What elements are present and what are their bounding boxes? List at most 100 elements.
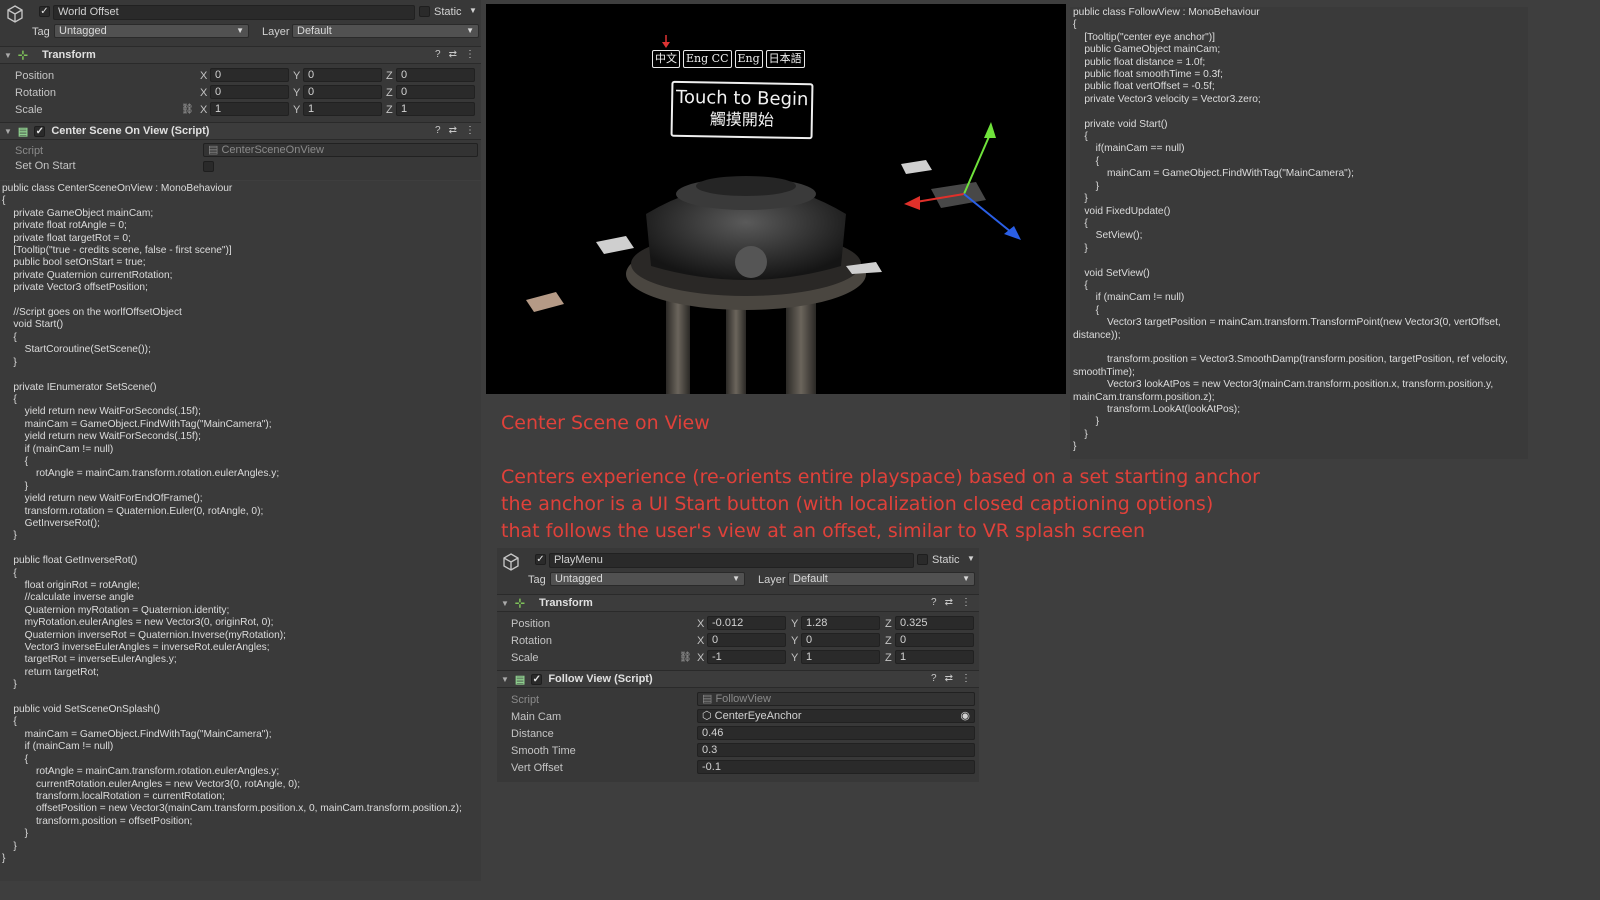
script-label: Script xyxy=(15,145,44,157)
transform-x-field[interactable]: -1 xyxy=(707,650,786,664)
smooth-time-field[interactable]: 0.3 xyxy=(697,743,975,757)
transform-header[interactable]: ▼ ⊹ Transform xyxy=(0,46,481,64)
help-icon[interactable]: ? xyxy=(435,49,441,60)
tag-dropdown[interactable]: Untagged ▼ xyxy=(54,24,249,38)
main-cam-value: CenterEyeAnchor xyxy=(714,710,802,722)
description-line-1: Centers experience (re-orients entire pl… xyxy=(501,466,1260,488)
transform-icon: ⊹ xyxy=(514,596,525,610)
axis-label-y: Y xyxy=(293,87,301,99)
transform-y-field[interactable]: 1 xyxy=(303,102,382,116)
axis-label-x: X xyxy=(697,652,705,664)
object-name-field[interactable]: PlayMenu xyxy=(549,553,914,568)
lang-button-eng-cc[interactable]: Eng CC xyxy=(683,50,732,68)
description-heading: Center Scene on View xyxy=(501,412,710,434)
active-checkbox[interactable]: ✓ xyxy=(39,6,50,17)
static-dropdown-arrow-icon[interactable]: ▼ xyxy=(967,554,975,563)
transform-z-field[interactable]: 0.325 xyxy=(895,616,974,630)
transform-z-field[interactable]: 0 xyxy=(895,633,974,647)
layer-value: Default xyxy=(793,573,828,585)
follow-view-component-header[interactable]: ▼ ▤ ✓ Follow View (Script) xyxy=(497,670,979,688)
chevron-down-icon: ▼ xyxy=(732,574,740,583)
center-scene-component-header[interactable]: ▼ ▤ ✓ Center Scene On View (Script) xyxy=(0,122,481,140)
script-field: ▤ FollowView xyxy=(697,692,975,706)
vert-offset-field[interactable]: -0.1 xyxy=(697,760,975,774)
more-icon[interactable]: ⋮ xyxy=(961,597,971,608)
axis-label-z: Z xyxy=(885,652,892,664)
static-dropdown-arrow-icon[interactable]: ▼ xyxy=(469,6,477,15)
lang-button-eng[interactable]: Eng xyxy=(734,50,763,68)
component-enabled-checkbox[interactable]: ✓ xyxy=(34,125,46,137)
axis-label-z: Z xyxy=(386,104,393,116)
foldout-arrow-icon[interactable]: ▼ xyxy=(4,127,12,136)
transform-y-field[interactable]: 0 xyxy=(303,85,382,99)
object-name-field[interactable]: World Offset xyxy=(53,5,415,20)
axis-label-y: Y xyxy=(791,635,799,647)
transform-y-field[interactable]: 0 xyxy=(801,633,880,647)
transform-z-field[interactable]: 0 xyxy=(396,85,475,99)
transform-z-field[interactable]: 0 xyxy=(396,68,475,82)
tag-label: Tag xyxy=(528,574,546,586)
static-checkbox[interactable] xyxy=(917,554,928,565)
layer-dropdown[interactable]: Default ▼ xyxy=(292,24,479,38)
layer-label: Layer xyxy=(758,574,786,586)
transform-row-label: Scale xyxy=(511,652,539,664)
transform-x-field[interactable]: 0 xyxy=(210,68,289,82)
transform-z-field[interactable]: 1 xyxy=(396,102,475,116)
scene-view[interactable]: 中文 Eng CC Eng 日本語 Touch to Begin 觸摸開始 xyxy=(486,4,1066,394)
preset-icon[interactable]: ⇄ xyxy=(449,125,457,136)
component-enabled-checkbox[interactable]: ✓ xyxy=(531,673,543,685)
foldout-arrow-icon[interactable]: ▼ xyxy=(501,599,509,608)
set-on-start-checkbox[interactable] xyxy=(203,161,214,172)
transform-y-field[interactable]: 1.28 xyxy=(801,616,880,630)
constrain-proportions-icon[interactable]: ⛓ xyxy=(181,104,194,115)
more-icon[interactable]: ⋮ xyxy=(465,49,475,60)
object-picker-icon[interactable]: ◉ xyxy=(960,710,970,722)
gameobject-cube-icon xyxy=(5,4,25,27)
transform-y-field[interactable]: 0 xyxy=(303,68,382,82)
help-icon[interactable]: ? xyxy=(931,597,937,608)
touch-to-begin-button[interactable]: Touch to Begin 觸摸開始 xyxy=(670,80,814,140)
distance-field[interactable]: 0.46 xyxy=(697,726,975,740)
transform-header[interactable]: ▼ ⊹ Transform xyxy=(497,594,979,612)
more-icon[interactable]: ⋮ xyxy=(961,673,971,684)
transform-title: Transform xyxy=(538,597,593,609)
foldout-arrow-icon[interactable]: ▼ xyxy=(501,675,509,684)
active-checkbox[interactable]: ✓ xyxy=(535,554,546,565)
preset-icon[interactable]: ⇄ xyxy=(945,597,953,608)
lang-button-chinese[interactable]: 中文 xyxy=(652,50,680,68)
lang-button-japanese[interactable]: 日本語 xyxy=(765,50,805,68)
transform-x-field[interactable]: 0 xyxy=(707,633,786,647)
transform-row-label: Rotation xyxy=(511,635,552,647)
transform-x-field[interactable]: 0 xyxy=(210,85,289,99)
static-label: Static xyxy=(434,6,462,18)
main-cam-label: Main Cam xyxy=(511,711,562,723)
axis-label-y: Y xyxy=(791,618,799,630)
component-tools: ? ⇄ ⋮ xyxy=(435,49,475,60)
transform-title: Transform xyxy=(41,49,96,61)
constrain-proportions-icon[interactable]: ⛓ xyxy=(679,652,692,663)
main-cam-field[interactable]: ⬡ CenterEyeAnchor ◉ xyxy=(697,709,975,723)
chevron-down-icon: ▼ xyxy=(236,26,244,35)
help-icon[interactable]: ? xyxy=(435,125,441,136)
layer-dropdown[interactable]: Default ▼ xyxy=(788,572,975,586)
tag-dropdown[interactable]: Untagged ▼ xyxy=(550,572,745,586)
description-line-2: the anchor is a UI Start button (with lo… xyxy=(501,493,1214,515)
component-tools: ? ⇄ ⋮ xyxy=(931,597,971,608)
transform-x-field[interactable]: -0.012 xyxy=(707,616,786,630)
preset-icon[interactable]: ⇄ xyxy=(945,673,953,684)
more-icon[interactable]: ⋮ xyxy=(465,125,475,136)
script-icon: ▤ xyxy=(17,125,29,138)
description-line-3: that follows the user's view at an offse… xyxy=(501,520,1146,542)
transform-y-field[interactable]: 1 xyxy=(801,650,880,664)
transform-z-field[interactable]: 1 xyxy=(895,650,974,664)
script-label: Script xyxy=(511,694,540,706)
static-checkbox[interactable] xyxy=(419,6,430,17)
help-icon[interactable]: ? xyxy=(931,673,937,684)
center-scene-code: public class CenterSceneOnView : MonoBeh… xyxy=(2,183,462,864)
chevron-down-icon: ▼ xyxy=(962,574,970,583)
foldout-arrow-icon[interactable]: ▼ xyxy=(4,51,12,60)
transform-row-label: Position xyxy=(15,70,55,82)
transform-x-field[interactable]: 1 xyxy=(210,102,289,116)
script-file-icon: ▤ xyxy=(208,144,222,156)
preset-icon[interactable]: ⇄ xyxy=(449,49,457,60)
